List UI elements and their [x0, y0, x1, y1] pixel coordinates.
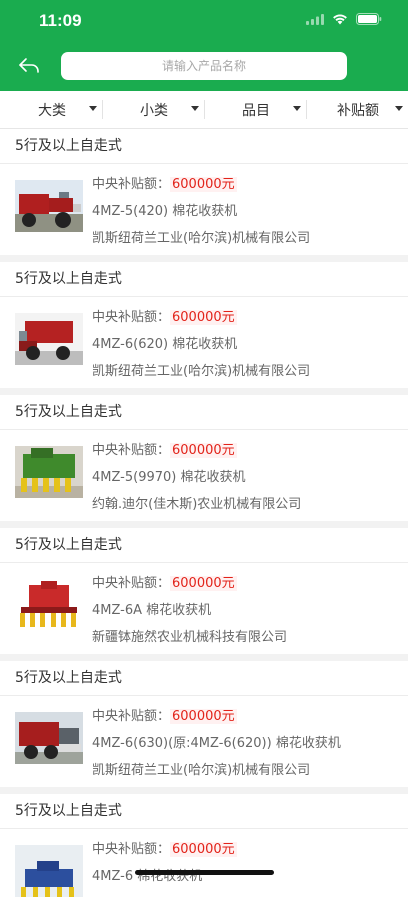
- subsidy-row: 中央补贴额： 600000元: [92, 838, 237, 857]
- product-card[interactable]: 5行及以上自走式 中央补贴额： 600000元 4MZ-6(630)(原:4MZ-…: [0, 661, 408, 787]
- filter-label: 小类: [140, 102, 168, 119]
- subsidy-amount: 600000元: [170, 576, 237, 591]
- product-model: 4MZ-6(630)(原:4MZ-6(620)) 棉花收获机: [92, 736, 341, 751]
- status-time: 11:09: [39, 11, 82, 30]
- product-image: [15, 313, 83, 365]
- manufacturer: 凯斯纽荷兰工业(哈尔滨)机械有限公司: [92, 763, 311, 778]
- divider: [102, 100, 103, 119]
- subsidy-row: 中央补贴额： 600000元: [92, 705, 237, 724]
- subsidy-amount: 600000元: [170, 310, 237, 325]
- subsidy-row: 中央补贴额： 600000元: [92, 173, 237, 192]
- product-card[interactable]: 5行及以上自走式 中央补贴额： 600000元 4MZ-6 棉花收获机: [0, 794, 408, 920]
- status-icons: [306, 13, 382, 25]
- product-model: 4MZ-5(420) 棉花收获机: [92, 204, 238, 219]
- card-category: 5行及以上自走式: [0, 661, 408, 696]
- card-category: 5行及以上自走式: [0, 129, 408, 164]
- product-image: [15, 446, 83, 498]
- subsidy-amount: 600000元: [170, 709, 237, 724]
- product-image: [15, 845, 83, 897]
- dropdown-arrow-icon: [89, 106, 97, 111]
- subsidy-label: 中央补贴额：: [92, 709, 171, 724]
- header-bar: 11:09: [0, 0, 408, 91]
- manufacturer: 凯斯纽荷兰工业(哈尔滨)机械有限公司: [92, 231, 311, 246]
- filter-label: 大类: [38, 102, 66, 119]
- subsidy-amount: 600000元: [170, 842, 237, 857]
- product-image: [15, 180, 83, 232]
- back-arrow-icon[interactable]: [18, 56, 40, 76]
- divider: [306, 100, 307, 119]
- card-category: 5行及以上自走式: [0, 528, 408, 563]
- subsidy-row: 中央补贴额： 600000元: [92, 306, 237, 325]
- signal-icon: [306, 13, 324, 25]
- subsidy-label: 中央补贴额：: [92, 310, 171, 325]
- subsidy-amount: 600000元: [170, 177, 237, 192]
- subsidy-row: 中央补贴额： 600000元: [92, 572, 237, 591]
- dropdown-arrow-icon: [395, 106, 403, 111]
- filter-subcategory[interactable]: 小类: [140, 91, 168, 128]
- dropdown-arrow-icon: [191, 106, 199, 111]
- product-image: [15, 579, 83, 631]
- subsidy-row: 中央补贴额： 600000元: [92, 439, 237, 458]
- product-card[interactable]: 5行及以上自走式 中央补贴额： 600000元 4MZ-6A 棉花收获机 新疆钵施…: [0, 528, 408, 654]
- card-category: 5行及以上自走式: [0, 794, 408, 829]
- filter-label: 补贴额: [337, 102, 379, 119]
- filter-bar: 大类 小类 品目 补贴额: [0, 91, 408, 129]
- manufacturer: 凯斯纽荷兰工业(哈尔滨)机械有限公司: [92, 364, 311, 379]
- dropdown-arrow-icon: [293, 106, 301, 111]
- filter-subsidy[interactable]: 补贴额: [337, 91, 379, 128]
- subsidy-label: 中央补贴额：: [92, 443, 171, 458]
- subsidy-label: 中央补贴额：: [92, 177, 171, 192]
- card-separator: [0, 787, 408, 794]
- search-input[interactable]: [61, 52, 347, 80]
- divider: [204, 100, 205, 119]
- filter-label: 品目: [242, 102, 270, 119]
- product-model: 4MZ-6A 棉花收获机: [92, 603, 212, 618]
- product-card[interactable]: 5行及以上自走式 中央补贴额： 600000元 4MZ-5(420) 棉花收获机 …: [0, 129, 408, 255]
- home-indicator[interactable]: [135, 870, 274, 875]
- product-card[interactable]: 5行及以上自走式 中央补贴额： 600000元 4MZ-5(9970) 棉花收获机…: [0, 395, 408, 521]
- subsidy-label: 中央补贴额：: [92, 576, 171, 591]
- card-category: 5行及以上自走式: [0, 262, 408, 297]
- product-card[interactable]: 5行及以上自走式 中央补贴额： 600000元 4MZ-6(620) 棉花收获机 …: [0, 262, 408, 388]
- product-model: 4MZ-5(9970) 棉花收获机: [92, 470, 246, 485]
- filter-category[interactable]: 大类: [38, 91, 66, 128]
- card-separator: [0, 521, 408, 528]
- card-category: 5行及以上自走式: [0, 395, 408, 430]
- battery-icon: [356, 13, 382, 25]
- product-image: [15, 712, 83, 764]
- card-separator: [0, 654, 408, 661]
- subsidy-label: 中央补贴额：: [92, 842, 171, 857]
- manufacturer: 约翰.迪尔(佳木斯)农业机械有限公司: [92, 497, 302, 512]
- card-separator: [0, 255, 408, 262]
- wifi-icon: [333, 14, 347, 25]
- product-model: 4MZ-6(620) 棉花收获机: [92, 337, 238, 352]
- manufacturer: 新疆钵施然农业机械科技有限公司: [92, 630, 288, 645]
- card-separator: [0, 388, 408, 395]
- subsidy-amount: 600000元: [170, 443, 237, 458]
- filter-item-type[interactable]: 品目: [242, 91, 270, 128]
